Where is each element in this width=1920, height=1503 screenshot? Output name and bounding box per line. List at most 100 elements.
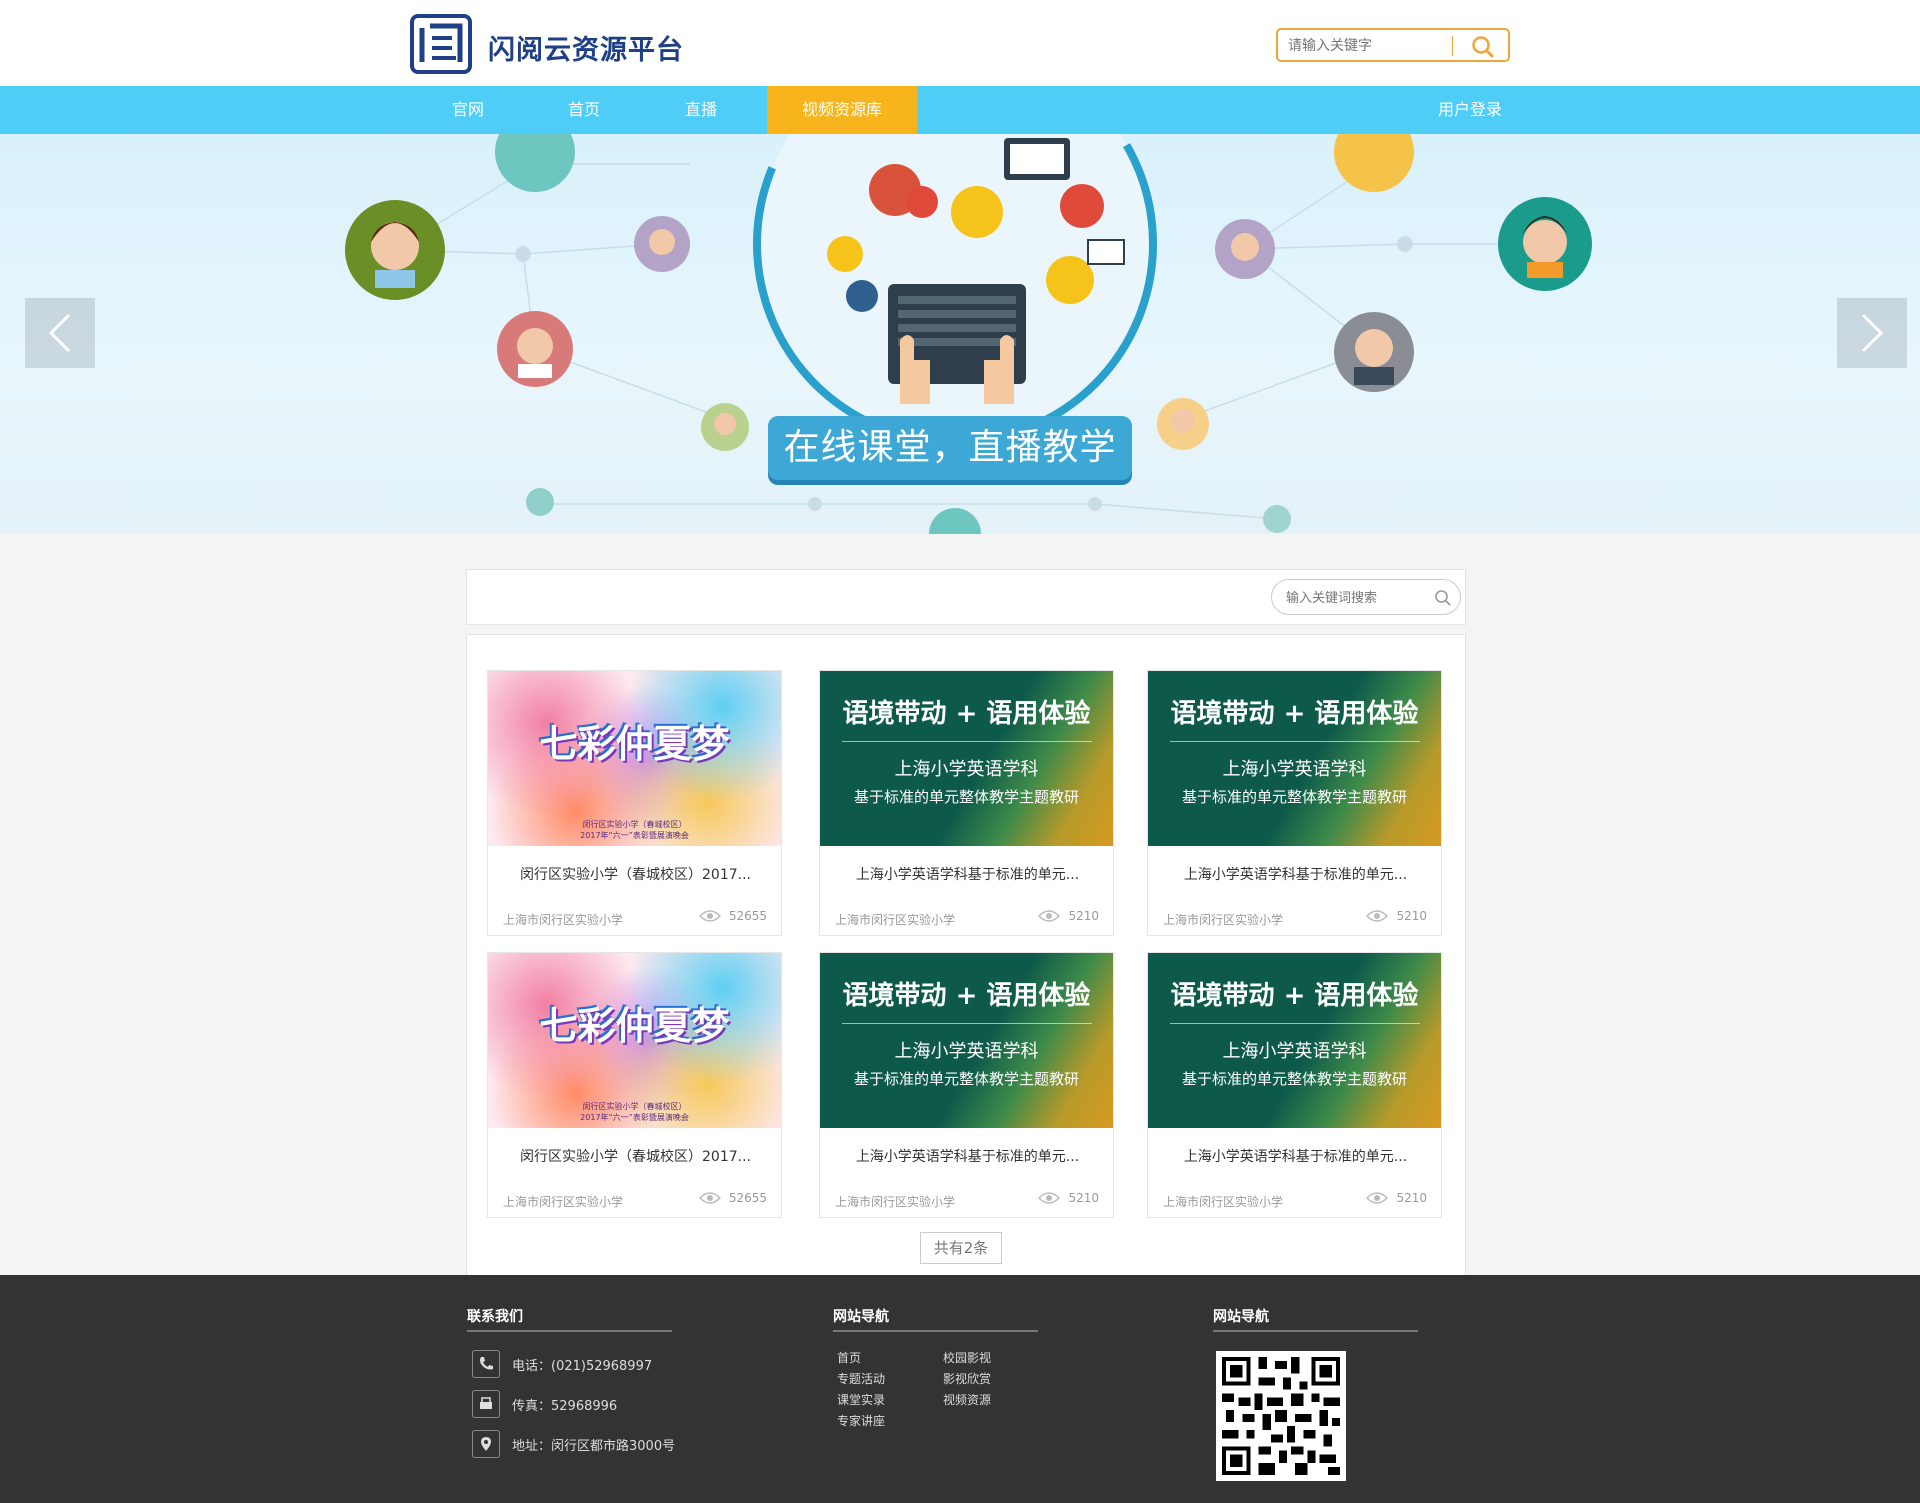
video-list: 七彩仲夏梦 闵行区实验小学（春城校区） 2017年“六一”表彰暨展演晚会 闵行区实… bbox=[466, 634, 1466, 1276]
logo-glyph bbox=[419, 23, 463, 62]
thumbnail-line-2: 2017年“六一”表彰暨展演晚会 bbox=[580, 831, 689, 840]
footer-nav-title: 网站导航 bbox=[833, 1309, 889, 1325]
thumbnail-line-1: 上海小学英语学科 bbox=[1222, 1041, 1367, 1062]
footer-nav-title-2: 网站导航 bbox=[1213, 1309, 1269, 1325]
view-count: 5210 bbox=[1038, 909, 1099, 923]
video-card[interactable]: 语境带动 + 语用体验 上海小学英语学科 基于标准的单元整体教学主题教研 上海小… bbox=[1147, 670, 1442, 936]
video-title[interactable]: 上海小学英语学科基于标准的单元... bbox=[1158, 1146, 1433, 1166]
thumbnail-line-2: 基于标准的单元整体教学主题教研 bbox=[853, 788, 1079, 806]
footer-divider bbox=[1213, 1330, 1418, 1332]
video-thumbnail[interactable]: 语境带动 + 语用体验 上海小学英语学科 基于标准的单元整体教学主题教研 bbox=[1148, 953, 1441, 1128]
thumbnail-line-1: 闵行区实验小学（春城校区） bbox=[582, 820, 687, 829]
eye-icon bbox=[698, 910, 721, 922]
nav-item-live[interactable]: 直播 bbox=[673, 86, 729, 134]
location-pin-icon bbox=[472, 1430, 500, 1458]
view-count: 52655 bbox=[698, 1191, 767, 1205]
video-thumbnail[interactable]: 七彩仲夏梦 闵行区实验小学（春城校区） 2017年“六一”表彰暨展演晚会 bbox=[488, 953, 781, 1128]
thumbnail-line-2: 基于标准的单元整体教学主题教研 bbox=[1181, 1070, 1407, 1088]
brand-logo-icon[interactable] bbox=[410, 14, 472, 74]
footer-link-video-resources[interactable]: 视频资源 bbox=[943, 1391, 991, 1408]
video-title[interactable]: 上海小学英语学科基于标准的单元... bbox=[830, 864, 1105, 884]
view-count-value: 52655 bbox=[728, 909, 767, 923]
thumbnail-line-2: 基于标准的单元整体教学主题教研 bbox=[1181, 788, 1407, 806]
filter-bar bbox=[466, 569, 1466, 625]
view-count-value: 5210 bbox=[1396, 1191, 1427, 1205]
thumbnail-title: 七彩仲夏梦 bbox=[539, 1004, 730, 1048]
video-title[interactable]: 上海小学英语学科基于标准的单元... bbox=[830, 1146, 1105, 1166]
nav-item-official[interactable]: 官网 bbox=[440, 86, 496, 134]
view-count: 5210 bbox=[1366, 1191, 1427, 1205]
qr-code-icon bbox=[1216, 1351, 1346, 1481]
phone-icon bbox=[472, 1350, 500, 1378]
eye-icon bbox=[698, 1192, 721, 1204]
thumbnail-subtitle: 闵行区实验小学（春城校区） 2017年“六一”表彰暨展演晚会 bbox=[488, 1101, 781, 1123]
search-icon[interactable] bbox=[1470, 34, 1496, 60]
thumbnail-divider bbox=[1170, 1023, 1420, 1024]
video-org: 上海市闵行区实验小学 bbox=[1163, 913, 1284, 927]
thumbnail-line-2: 2017年“六一”表彰暨展演晚会 bbox=[580, 1113, 689, 1122]
video-thumbnail[interactable]: 语境带动 + 语用体验 上海小学英语学科 基于标准的单元整体教学主题教研 bbox=[820, 953, 1113, 1128]
footer-link-topics[interactable]: 专题活动 bbox=[837, 1370, 885, 1387]
video-org: 上海市闵行区实验小学 bbox=[1163, 1195, 1284, 1209]
login-link[interactable]: 用户登录 bbox=[1430, 86, 1510, 134]
footer-link-home[interactable]: 首页 bbox=[837, 1349, 861, 1366]
video-title[interactable]: 闵行区实验小学（春城校区）2017... bbox=[498, 864, 773, 884]
video-org: 上海市闵行区实验小学 bbox=[835, 1195, 956, 1209]
eye-icon bbox=[1038, 1192, 1061, 1204]
video-org: 上海市闵行区实验小学 bbox=[503, 1195, 624, 1209]
view-count: 52655 bbox=[698, 909, 767, 923]
video-thumbnail[interactable]: 七彩仲夏梦 闵行区实验小学（春城校区） 2017年“六一”表彰暨展演晚会 bbox=[488, 671, 781, 846]
video-card[interactable]: 七彩仲夏梦 闵行区实验小学（春城校区） 2017年“六一”表彰暨展演晚会 闵行区实… bbox=[487, 670, 782, 936]
header-search-input[interactable] bbox=[1288, 35, 1458, 57]
video-card[interactable]: 语境带动 + 语用体验 上海小学英语学科 基于标准的单元整体教学主题教研 上海小… bbox=[1147, 952, 1442, 1218]
pagination-summary[interactable]: 共有2条 bbox=[920, 1232, 1002, 1264]
video-card[interactable]: 七彩仲夏梦 闵行区实验小学（春城校区） 2017年“六一”表彰暨展演晚会 闵行区实… bbox=[487, 952, 782, 1218]
fax-icon bbox=[472, 1390, 500, 1418]
video-title[interactable]: 上海小学英语学科基于标准的单元... bbox=[1158, 864, 1433, 884]
banner-next-button[interactable] bbox=[1837, 298, 1907, 368]
hero-banner: 在线课堂，直播教学 bbox=[0, 134, 1920, 534]
video-org: 上海市闵行区实验小学 bbox=[503, 913, 624, 927]
video-org: 上海市闵行区实验小学 bbox=[835, 913, 956, 927]
thumbnail-line-1: 上海小学英语学科 bbox=[894, 759, 1039, 780]
video-card[interactable]: 语境带动 + 语用体验 上海小学英语学科 基于标准的单元整体教学主题教研 上海小… bbox=[819, 952, 1114, 1218]
view-count-value: 5210 bbox=[1396, 909, 1427, 923]
footer-fax: 传真：52968996 bbox=[472, 1390, 617, 1418]
nav-item-video-library[interactable]: 视频资源库 bbox=[767, 86, 917, 134]
thumbnail-title: 语境带动 + 语用体验 bbox=[1170, 981, 1419, 1011]
thumbnail-title: 语境带动 + 语用体验 bbox=[842, 981, 1091, 1011]
banner-prev-button[interactable] bbox=[25, 298, 95, 368]
thumbnail-title: 语境带动 + 语用体验 bbox=[842, 699, 1091, 729]
search-divider bbox=[1452, 36, 1453, 56]
footer-contact-title: 联系我们 bbox=[467, 1309, 523, 1325]
main-nav: 官网 首页 直播 视频资源库 用户登录 bbox=[0, 86, 1920, 134]
banner-slogan: 在线课堂，直播教学 bbox=[768, 416, 1132, 480]
eye-icon bbox=[1366, 1192, 1389, 1204]
keyword-search bbox=[1271, 579, 1461, 615]
footer-phone-text: 电话：(021)52968997 bbox=[512, 1358, 653, 1374]
video-card[interactable]: 语境带动 + 语用体验 上海小学英语学科 基于标准的单元整体教学主题教研 上海小… bbox=[819, 670, 1114, 936]
footer-link-lectures[interactable]: 专家讲座 bbox=[837, 1412, 885, 1429]
eye-icon bbox=[1366, 910, 1389, 922]
footer-link-campus-tv[interactable]: 校园影视 bbox=[943, 1349, 991, 1366]
thumbnail-line-1: 上海小学英语学科 bbox=[1222, 759, 1367, 780]
view-count: 5210 bbox=[1366, 909, 1427, 923]
site-footer bbox=[0, 1275, 1920, 1503]
footer-link-class-records[interactable]: 课堂实录 bbox=[837, 1391, 885, 1408]
footer-link-film[interactable]: 影视欣赏 bbox=[943, 1370, 991, 1387]
view-count-value: 5210 bbox=[1068, 1191, 1099, 1205]
video-thumbnail[interactable]: 语境带动 + 语用体验 上海小学英语学科 基于标准的单元整体教学主题教研 bbox=[1148, 671, 1441, 846]
chevron-left-icon bbox=[48, 313, 71, 353]
nav-item-home[interactable]: 首页 bbox=[556, 86, 612, 134]
footer-divider bbox=[467, 1330, 672, 1332]
video-thumbnail[interactable]: 语境带动 + 语用体验 上海小学英语学科 基于标准的单元整体教学主题教研 bbox=[820, 671, 1113, 846]
eye-icon bbox=[1038, 910, 1061, 922]
header-search bbox=[1276, 28, 1510, 62]
search-icon[interactable] bbox=[1434, 589, 1452, 607]
view-count: 5210 bbox=[1038, 1191, 1099, 1205]
thumbnail-divider bbox=[1170, 741, 1420, 742]
keyword-search-input[interactable] bbox=[1286, 588, 1426, 608]
thumbnail-title: 语境带动 + 语用体验 bbox=[1170, 699, 1419, 729]
video-title[interactable]: 闵行区实验小学（春城校区）2017... bbox=[498, 1146, 773, 1166]
footer-phone: 电话：(021)52968997 bbox=[472, 1350, 652, 1378]
